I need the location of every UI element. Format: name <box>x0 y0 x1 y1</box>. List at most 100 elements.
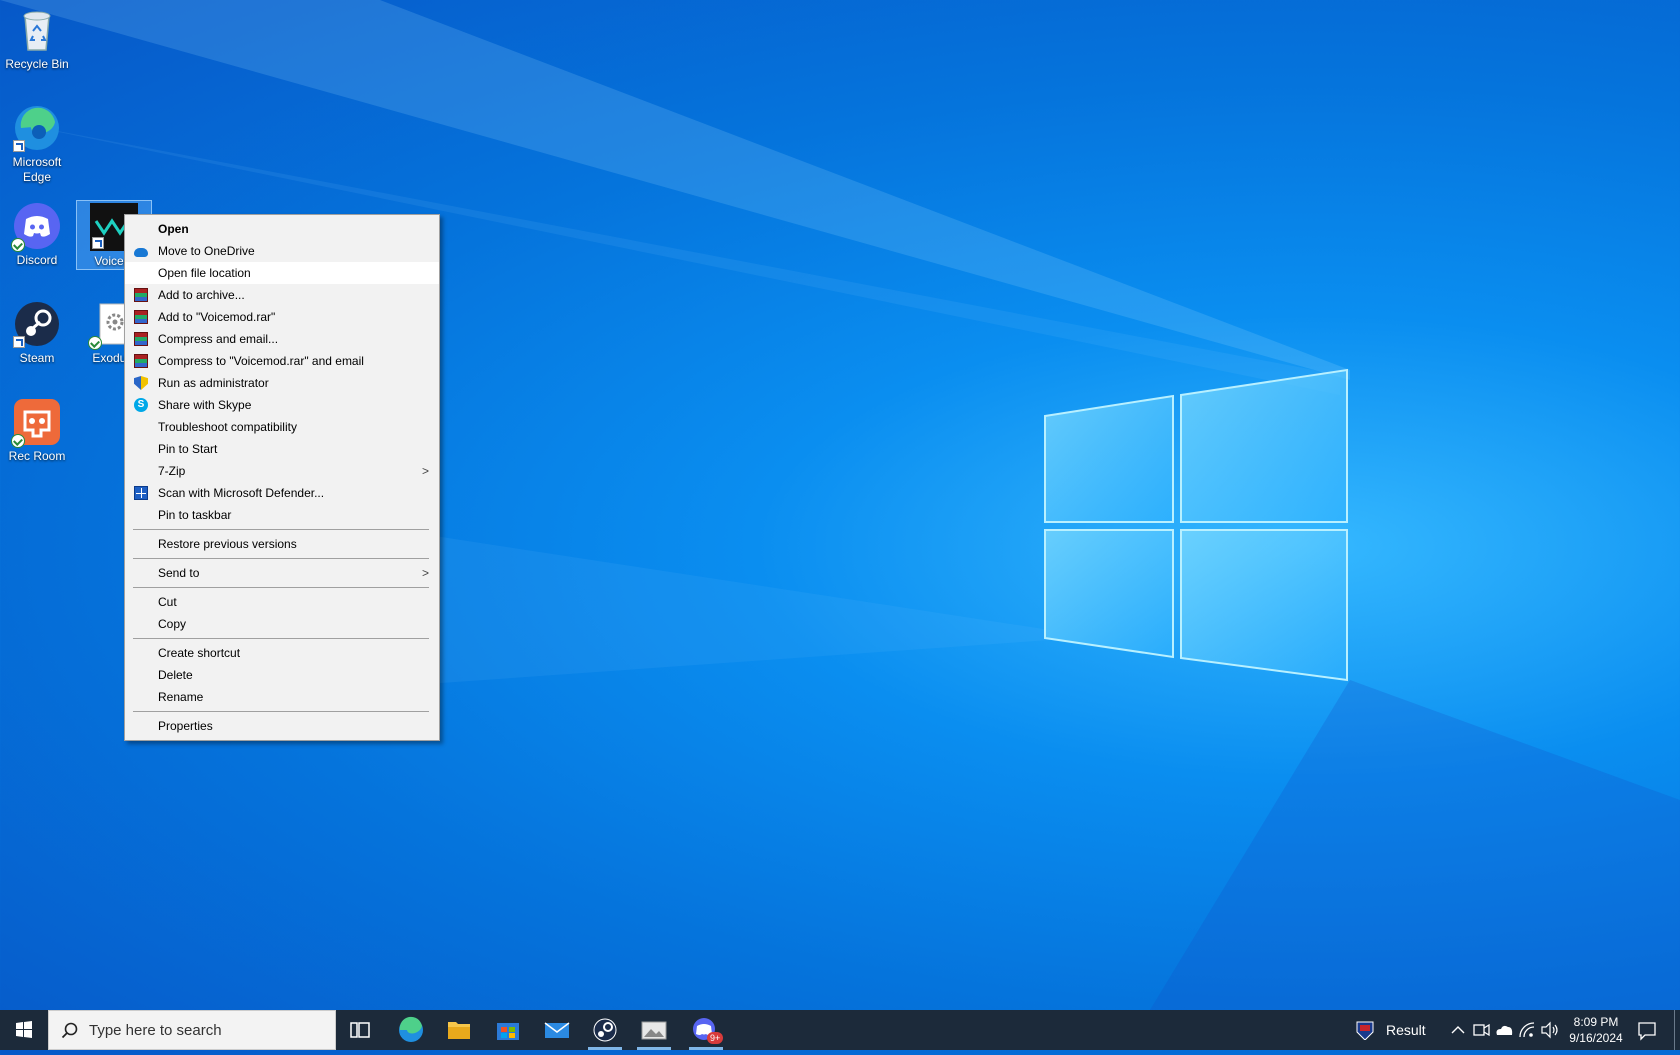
menu-item-label: Delete <box>158 668 193 682</box>
show-desktop-button[interactable] <box>1674 1010 1680 1050</box>
menu-item-pin-to-taskbar[interactable]: Pin to taskbar <box>125 504 439 526</box>
uac-shield-icon <box>134 376 148 390</box>
desktop-icon-rec-room[interactable]: Rec Room <box>0 398 74 464</box>
desktop-icon-recycle-bin[interactable]: Recycle Bin <box>0 6 74 72</box>
wifi-icon <box>1519 1022 1535 1038</box>
menu-separator <box>133 638 429 639</box>
menu-item-label: Compress to "Voicemod.rar" and email <box>158 354 364 368</box>
menu-item-label: Scan with Microsoft Defender... <box>158 486 325 500</box>
winrar-icon <box>134 332 148 346</box>
menu-item-label: Restore previous versions <box>158 537 297 551</box>
menu-item-scan-with-defender[interactable]: Scan with Microsoft Defender... <box>125 482 439 504</box>
menu-item-cut[interactable]: Cut <box>125 591 439 613</box>
menu-item-label: Open file location <box>158 266 251 280</box>
tray-onedrive[interactable] <box>1492 1010 1516 1050</box>
tray-network[interactable] <box>1516 1010 1538 1050</box>
taskbar-clock[interactable]: 8:09 PM 9/16/2024 <box>1566 1014 1626 1046</box>
menu-item-label: Rename <box>158 690 204 704</box>
tray-meet-now[interactable] <box>1470 1010 1492 1050</box>
menu-item-restore-previous-versions[interactable]: Restore previous versions <box>125 533 439 555</box>
menu-item-label: Troubleshoot compatibility <box>158 420 297 434</box>
taskbar-task-view[interactable] <box>337 1010 383 1050</box>
menu-separator <box>133 529 429 530</box>
menu-item-label: Run as administrator <box>158 376 269 390</box>
shortcut-arrow-icon <box>92 237 104 249</box>
menu-item-label: Open <box>158 222 189 236</box>
sync-check-icon <box>88 336 102 350</box>
show-hidden-icons-button[interactable] <box>1446 1010 1470 1050</box>
menu-item-label: Send to <box>158 566 200 580</box>
menu-item-label: Properties <box>158 719 213 733</box>
menu-item-move-to-onedrive[interactable]: Move to OneDrive <box>125 240 439 262</box>
winrar-icon <box>134 310 148 324</box>
menu-item-label: Compress and email... <box>158 332 279 346</box>
sync-check-icon <box>11 434 25 448</box>
menu-item-add-to-archive[interactable]: Add to archive... <box>125 284 439 306</box>
chevron-up-icon <box>1451 1026 1465 1034</box>
menu-item-label: Cut <box>158 595 177 609</box>
discord-icon <box>11 202 61 252</box>
discord-icon <box>693 1018 715 1040</box>
shortcut-arrow-icon <box>13 140 25 152</box>
action-center-button[interactable] <box>1630 1010 1664 1050</box>
tray-volume[interactable] <box>1538 1010 1562 1050</box>
start-button[interactable] <box>0 1010 48 1050</box>
menu-item-pin-to-start[interactable]: Pin to Start <box>125 438 439 460</box>
winrar-icon <box>134 354 148 368</box>
menu-item-create-shortcut[interactable]: Create shortcut <box>125 642 439 664</box>
file-explorer-icon <box>448 1022 470 1039</box>
menu-item-share-with-skype[interactable]: S Share with Skype <box>125 394 439 416</box>
menu-item-open-file-location[interactable]: Open file location <box>125 262 439 284</box>
menu-separator <box>133 711 429 712</box>
taskbar-steam[interactable] <box>582 1010 628 1050</box>
taskbar-edge[interactable] <box>388 1010 434 1050</box>
nfl-shield-icon <box>1356 1021 1374 1040</box>
menu-item-label: Add to archive... <box>158 288 245 302</box>
menu-item-label: Add to "Voicemod.rar" <box>158 310 276 324</box>
menu-item-troubleshoot-compatibility[interactable]: Troubleshoot compatibility <box>125 416 439 438</box>
desktop-icon-label: Rec Room <box>8 449 66 463</box>
context-menu: Open Move to OneDrive Open file location… <box>124 214 440 741</box>
taskbar-store[interactable] <box>485 1010 531 1050</box>
winrar-icon <box>134 288 148 302</box>
news-widget[interactable]: Result <box>1354 1010 1426 1050</box>
sync-check-icon <box>11 238 25 252</box>
desktop-icon-microsoft-edge[interactable]: Microsoft Edge <box>0 104 74 185</box>
menu-item-rename[interactable]: Rename <box>125 686 439 708</box>
taskbar-discord[interactable]: 9+ <box>683 1010 729 1050</box>
search-box[interactable]: Type here to search <box>48 1010 336 1050</box>
desktop-icon-discord[interactable]: Discord <box>0 202 74 268</box>
menu-item-add-to-rar[interactable]: Add to "Voicemod.rar" <box>125 306 439 328</box>
menu-item-compress-and-email[interactable]: Compress and email... <box>125 328 439 350</box>
task-view-icon <box>350 1022 370 1038</box>
windows-logo <box>1044 368 1348 682</box>
notification-icon <box>1638 1022 1656 1041</box>
menu-item-send-to[interactable]: Send to > <box>125 562 439 584</box>
store-icon <box>497 1023 519 1040</box>
photos-icon <box>641 1021 667 1040</box>
taskbar-mail[interactable] <box>534 1010 580 1050</box>
onedrive-icon <box>134 248 148 257</box>
rec-room-icon <box>11 398 61 448</box>
taskbar-file-explorer[interactable] <box>436 1010 482 1050</box>
menu-item-compress-to-rar-and-email[interactable]: Compress to "Voicemod.rar" and email <box>125 350 439 372</box>
menu-item-properties[interactable]: Properties <box>125 715 439 737</box>
clock-time: 8:09 PM <box>1573 1015 1619 1029</box>
cloud-icon <box>1496 1025 1513 1035</box>
widget-label: Result <box>1386 1022 1426 1038</box>
menu-item-label: Copy <box>158 617 187 631</box>
menu-separator <box>133 558 429 559</box>
menu-item-7-zip[interactable]: 7-Zip > <box>125 460 439 482</box>
shortcut-arrow-icon <box>13 336 25 348</box>
menu-item-open[interactable]: Open <box>125 218 439 240</box>
desktop-icon-steam[interactable]: Steam <box>0 300 74 366</box>
edge-icon <box>13 104 61 152</box>
menu-item-run-as-administrator[interactable]: Run as administrator <box>125 372 439 394</box>
menu-item-label: Share with Skype <box>158 398 252 412</box>
speaker-icon <box>1541 1021 1558 1039</box>
menu-item-delete[interactable]: Delete <box>125 664 439 686</box>
taskbar-photos[interactable] <box>631 1010 677 1050</box>
menu-item-copy[interactable]: Copy <box>125 613 439 635</box>
defender-icon <box>134 486 148 500</box>
menu-item-label: Create shortcut <box>158 646 241 660</box>
